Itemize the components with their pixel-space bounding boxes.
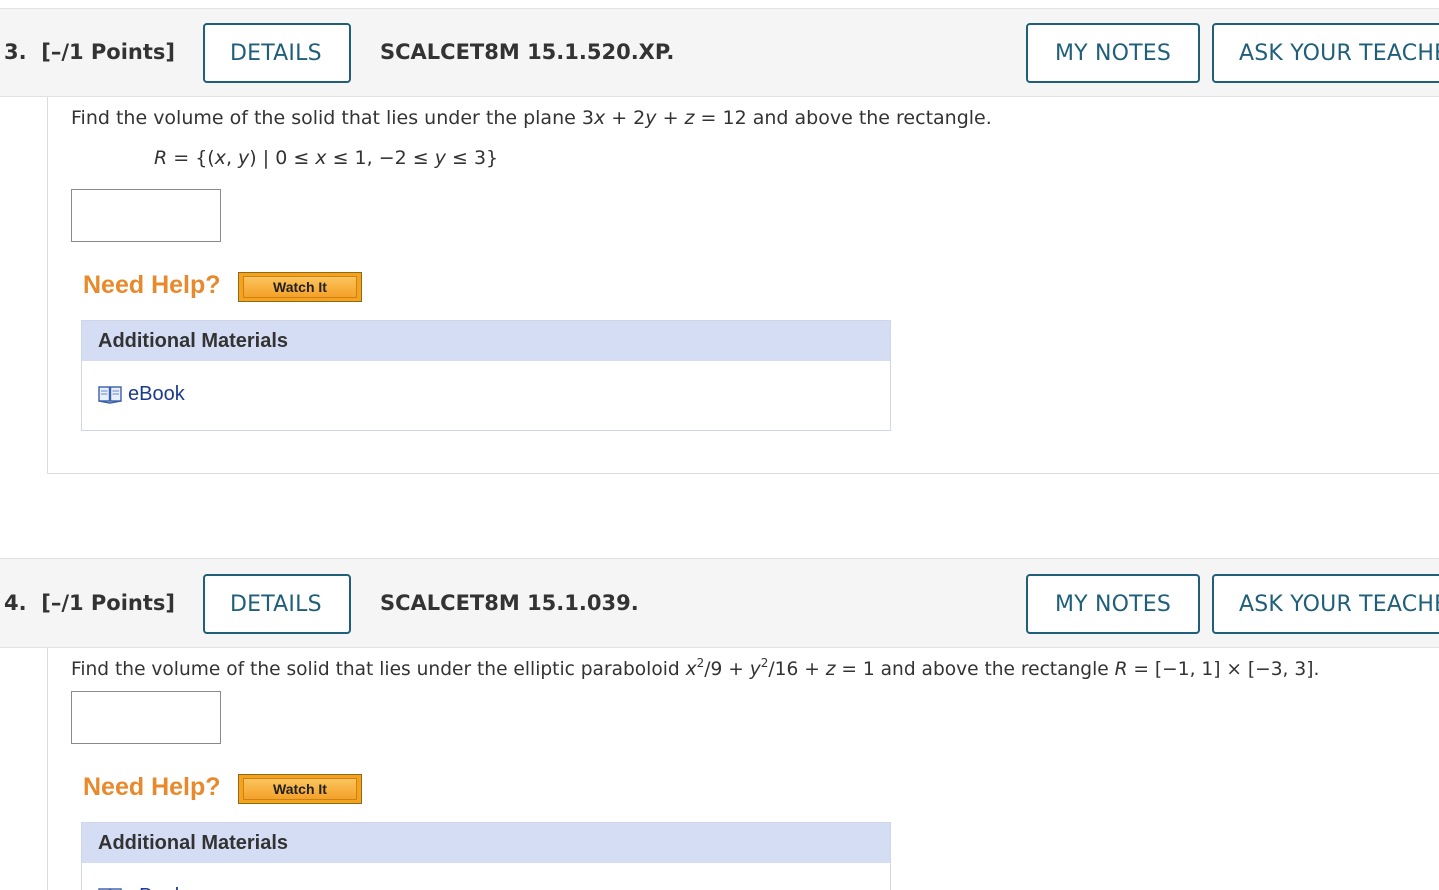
question-points-label: [–/1 Points] (41, 40, 176, 64)
watch-it-label: Watch It (243, 778, 357, 800)
need-help-label: Need Help? (83, 271, 221, 299)
ebook-link[interactable]: eBook (98, 885, 185, 890)
question-text: Find the volume of the solid that lies u… (71, 107, 992, 129)
region-text: , (225, 147, 239, 169)
additional-materials-heading: Additional Materials (82, 321, 890, 361)
var-x: x (315, 147, 327, 169)
answer-input[interactable] (71, 189, 221, 242)
ebook-label: eBook (128, 383, 185, 405)
question-text-rest: = 12 and above the rectangle. (694, 107, 992, 129)
question-points-label: [–/1 Points] (41, 591, 176, 615)
var-z: z (825, 659, 836, 680)
question-code: SCALCET8M 15.1.039. (380, 591, 639, 615)
question-text-plus: + 2 (605, 107, 646, 129)
question-text-term: /16 + (768, 659, 826, 680)
var-R: R (1114, 659, 1128, 680)
ebook-label: eBook (128, 885, 185, 890)
webassign-assignment-page: 3. [–/1 Points] DETAILS SCALCET8M 15.1.5… (0, 0, 1439, 890)
region-text: = {( (167, 147, 215, 169)
var-R: R (154, 147, 168, 169)
ask-your-teacher-button[interactable]: ASK YOUR TEACHER (1212, 574, 1439, 634)
region-text: ≤ 3} (445, 147, 499, 169)
ebook-link[interactable]: eBook (98, 383, 185, 406)
var-x: x (593, 107, 606, 129)
question-text-mid: and above the rectangle (880, 659, 1115, 680)
var-y: y (434, 147, 446, 169)
watch-it-label: Watch It (243, 276, 357, 298)
question-code: SCALCET8M 15.1.520.XP. (380, 40, 675, 64)
question-text-intro: Find the volume of the solid that lies u… (71, 107, 594, 129)
answer-input[interactable] (71, 691, 221, 744)
question-3-body: Find the volume of the solid that lies u… (47, 97, 1439, 474)
question-text-plus: + (656, 107, 685, 129)
question-number-label: 4. (4, 591, 27, 615)
var-x: x (685, 659, 697, 680)
question-3-number: 3. [–/1 Points] (4, 40, 175, 64)
question-text: Find the volume of the solid that lies u… (71, 657, 1320, 680)
ask-your-teacher-button[interactable]: ASK YOUR TEACHER (1212, 23, 1439, 83)
question-text-end: = [−1, 1] × [−3, 3]. (1127, 659, 1320, 680)
var-y: y (749, 659, 761, 680)
region-text: ) | 0 ≤ (249, 147, 316, 169)
question-3-header: 3. [–/1 Points] DETAILS SCALCET8M 15.1.5… (0, 8, 1439, 97)
question-4-body: Find the volume of the solid that lies u… (47, 648, 1439, 890)
watch-it-button[interactable]: Watch It (238, 774, 362, 804)
var-z: z (684, 107, 695, 129)
additional-materials-heading: Additional Materials (82, 823, 890, 863)
question-text-intro: Find the volume of the solid that lies u… (71, 659, 686, 680)
region-definition: R = {(x, y) | 0 ≤ x ≤ 1, −2 ≤ y ≤ 3} (154, 147, 498, 169)
details-button[interactable]: DETAILS (203, 574, 351, 634)
additional-materials-panel: Additional Materials eBook (81, 320, 891, 431)
var-y: y (645, 107, 657, 129)
question-4-number: 4. [–/1 Points] (4, 591, 175, 615)
details-button[interactable]: DETAILS (203, 23, 351, 83)
my-notes-button[interactable]: MY NOTES (1026, 23, 1200, 83)
question-text-term: = 1 (835, 659, 881, 680)
my-notes-button[interactable]: MY NOTES (1026, 574, 1200, 634)
var-y: y (238, 147, 250, 169)
question-4-header: 4. [–/1 Points] DETAILS SCALCET8M 15.1.0… (0, 558, 1439, 648)
need-help-label: Need Help? (83, 773, 221, 801)
var-x: x (214, 147, 226, 169)
book-icon (98, 386, 122, 404)
region-text: ≤ 1, −2 ≤ (326, 147, 435, 169)
watch-it-button[interactable]: Watch It (238, 272, 362, 302)
question-text-term: /9 + (704, 659, 750, 680)
additional-materials-panel: Additional Materials eBook (81, 822, 891, 890)
question-number-label: 3. (4, 40, 27, 64)
